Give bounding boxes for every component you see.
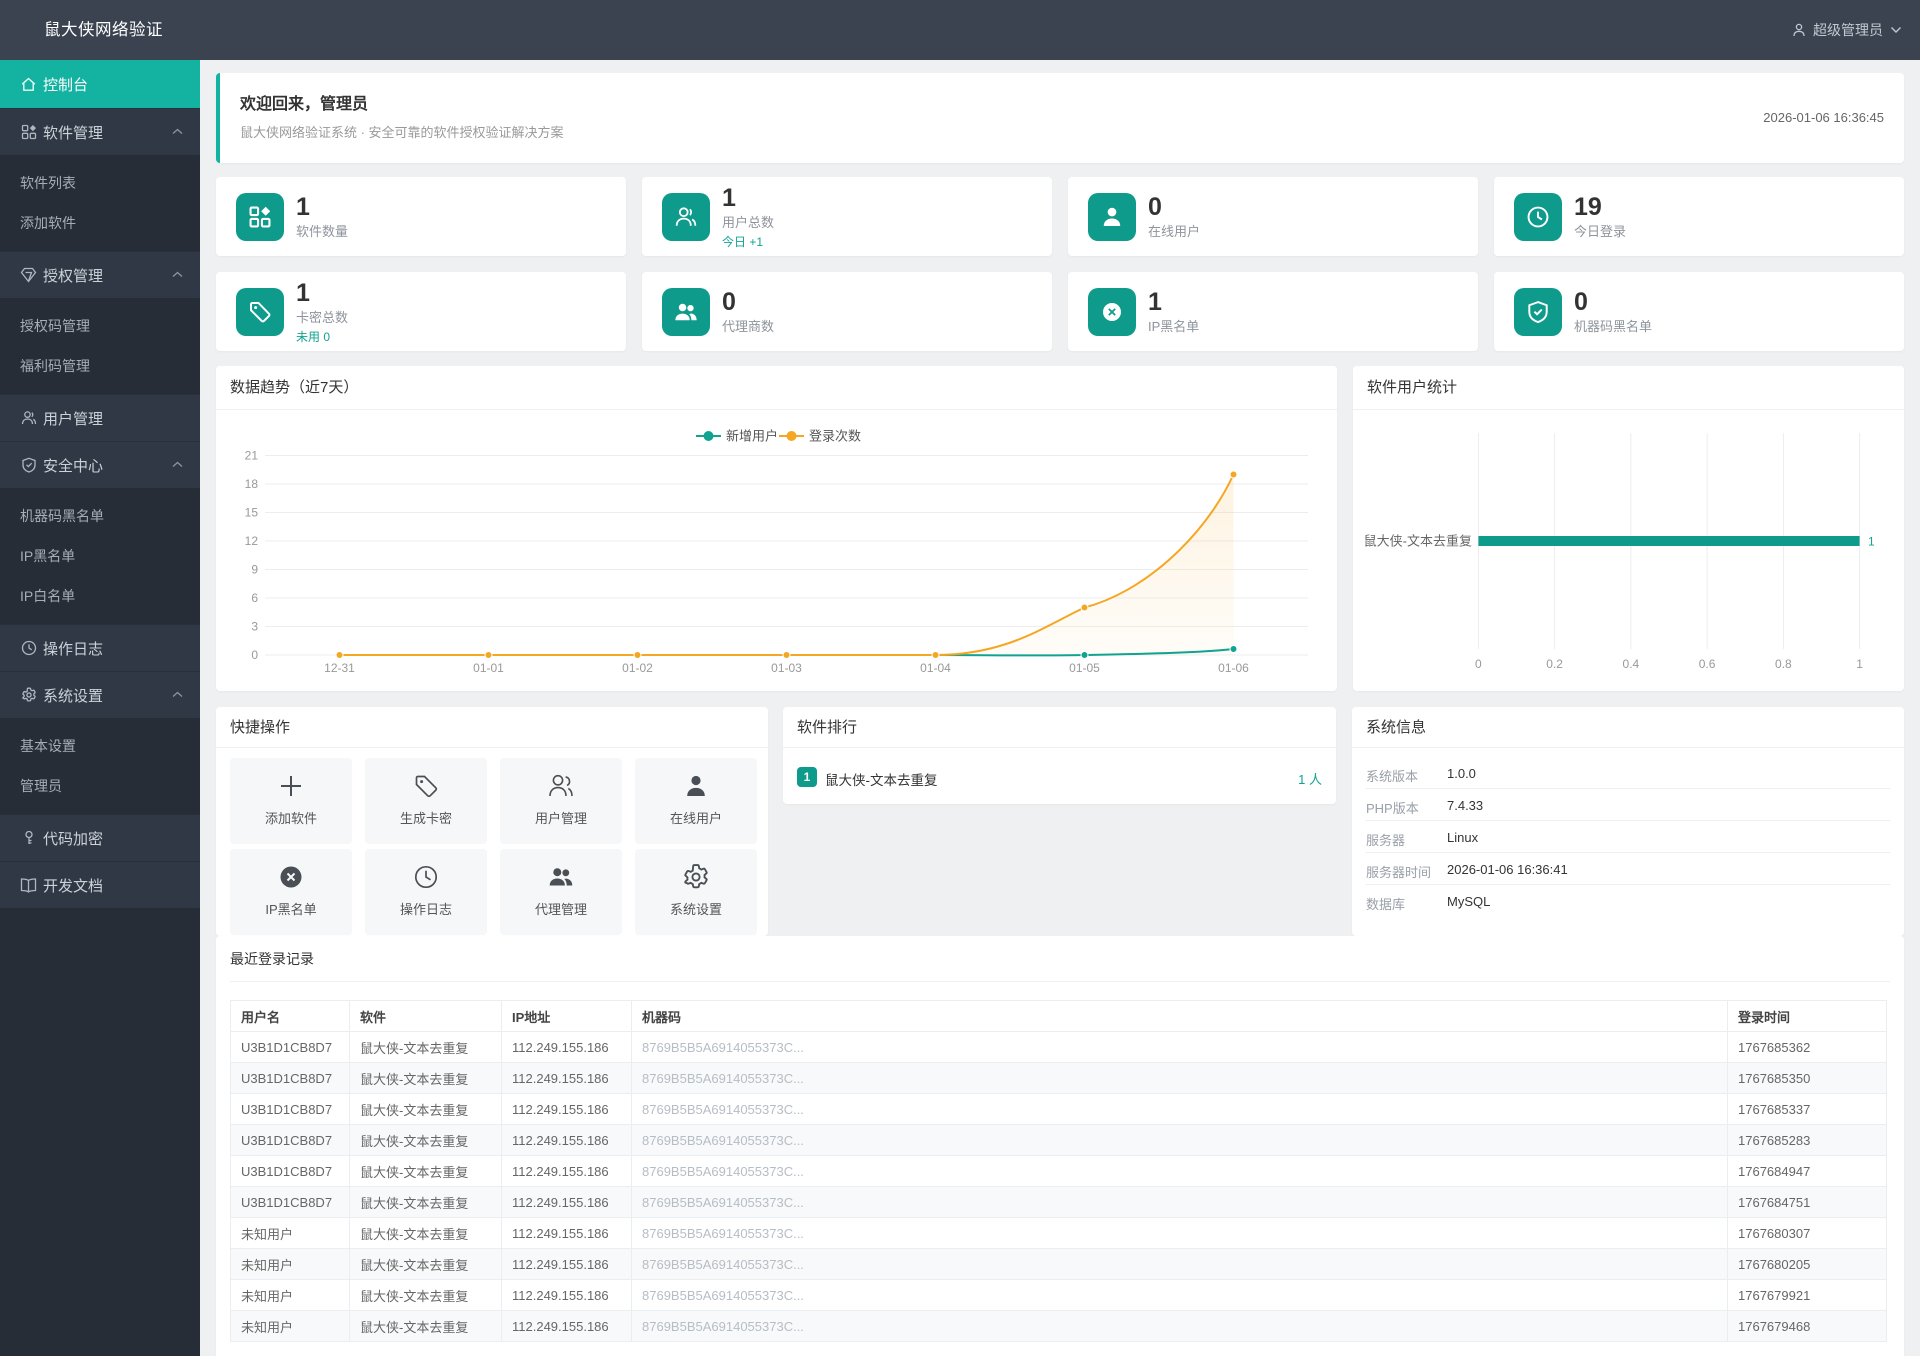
svg-text:1: 1 [1868, 535, 1875, 549]
svg-text:21: 21 [245, 449, 259, 463]
svg-text:新增用户: 新增用户 [726, 429, 778, 444]
svg-text:9: 9 [251, 563, 258, 577]
svg-text:0.8: 0.8 [1775, 657, 1792, 671]
svg-text:01-03: 01-03 [771, 661, 802, 675]
svg-text:0.2: 0.2 [1546, 657, 1563, 671]
svg-text:登录次数: 登录次数 [809, 429, 861, 444]
svg-text:01-02: 01-02 [622, 661, 653, 675]
svg-text:0.6: 0.6 [1699, 657, 1716, 671]
svg-text:01-01: 01-01 [473, 661, 504, 675]
svg-text:3: 3 [251, 620, 258, 634]
svg-text:01-06: 01-06 [1218, 661, 1249, 675]
svg-text:12-31: 12-31 [324, 661, 355, 675]
svg-text:0: 0 [1475, 657, 1482, 671]
svg-text:01-04: 01-04 [920, 661, 951, 675]
svg-text:18: 18 [245, 477, 259, 491]
svg-text:01-05: 01-05 [1069, 661, 1100, 675]
svg-text:6: 6 [251, 591, 258, 605]
svg-text:1: 1 [1856, 657, 1863, 671]
svg-text:12: 12 [245, 534, 259, 548]
svg-text:0.4: 0.4 [1623, 657, 1640, 671]
svg-text:鼠大侠-文本去重复: 鼠大侠-文本去重复 [1364, 534, 1472, 549]
svg-text:0: 0 [251, 648, 258, 662]
svg-text:15: 15 [245, 506, 259, 520]
